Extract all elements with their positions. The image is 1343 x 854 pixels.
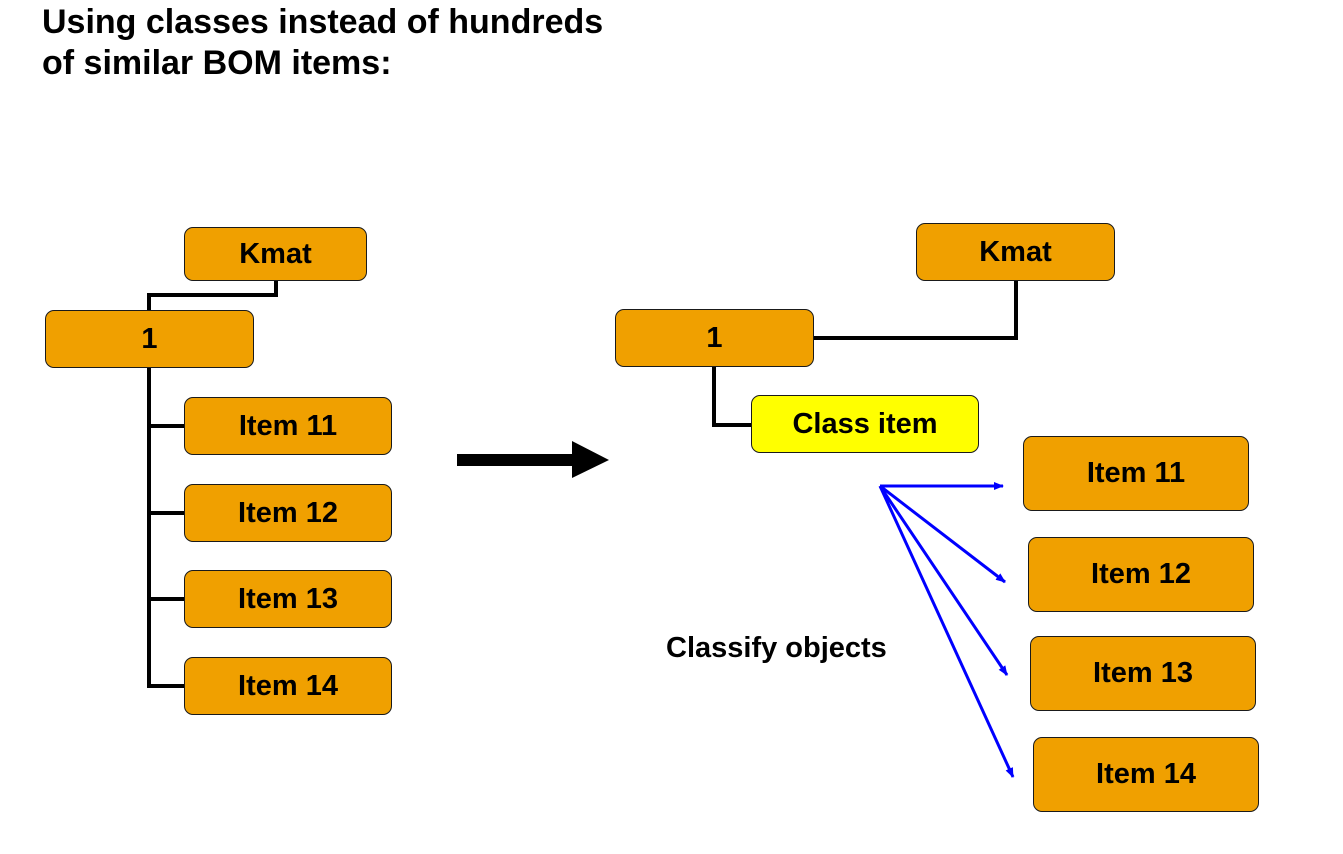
left-item-12-label: Item 12 bbox=[238, 496, 338, 529]
right-1-to-class-item-connector bbox=[712, 366, 752, 427]
transition-arrow-icon bbox=[457, 441, 609, 478]
left-item-11-label: Item 11 bbox=[238, 409, 338, 442]
left-item-13-label: Item 13 bbox=[238, 582, 338, 615]
right-item-13-label: Item 13 bbox=[1093, 657, 1193, 689]
right-item-13: Item 13 bbox=[1030, 636, 1256, 711]
left-kmat-label: Kmat bbox=[239, 237, 312, 270]
left-item-11: Item 11 bbox=[184, 397, 392, 455]
classify-arrow-item-13 bbox=[878, 485, 1009, 676]
right-kmat-to-1-connector bbox=[813, 280, 1018, 340]
right-kmat-node: Kmat bbox=[916, 223, 1115, 281]
right-item-11: Item 11 bbox=[1023, 436, 1249, 511]
right-item-14: Item 14 bbox=[1033, 737, 1259, 812]
classify-arrow-item-12 bbox=[879, 484, 1006, 584]
left-node-1-label: 1 bbox=[141, 322, 158, 355]
right-item-12: Item 12 bbox=[1028, 537, 1254, 612]
left-item-13: Item 13 bbox=[184, 570, 392, 628]
classify-arrow-item-14 bbox=[878, 485, 1015, 778]
right-item-11-label: Item 11 bbox=[1086, 457, 1186, 489]
left-item-12: Item 12 bbox=[184, 484, 392, 542]
left-item-14-label: Item 14 bbox=[238, 669, 338, 702]
classify-objects-label: Classify objects bbox=[666, 632, 887, 664]
left-kmat-to-1-connector bbox=[147, 280, 278, 310]
class-item-label: Class item bbox=[792, 407, 938, 440]
right-node-1: 1 bbox=[615, 309, 814, 367]
left-kmat-node: Kmat bbox=[184, 227, 367, 281]
right-item-14-label: Item 14 bbox=[1096, 758, 1196, 790]
left-node-1: 1 bbox=[45, 310, 254, 368]
right-node-1-label: 1 bbox=[706, 321, 723, 354]
left-item-14: Item 14 bbox=[184, 657, 392, 715]
right-item-12-label: Item 12 bbox=[1091, 558, 1191, 590]
class-item-node: Class item bbox=[751, 395, 979, 453]
right-kmat-label: Kmat bbox=[979, 235, 1052, 268]
